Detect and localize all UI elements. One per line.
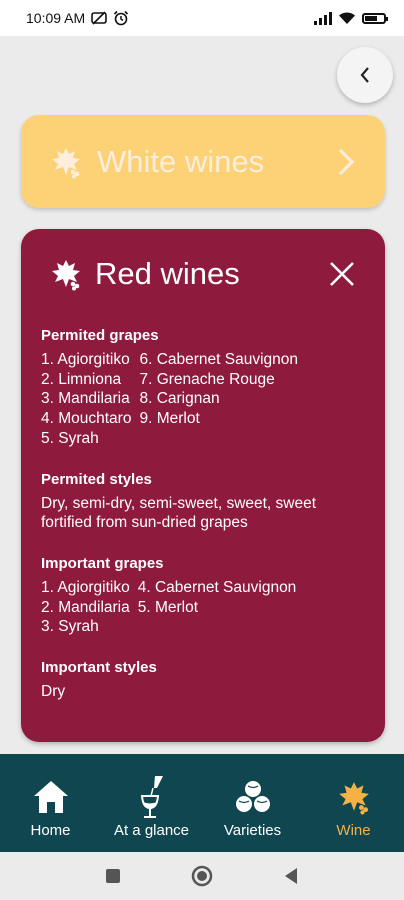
back-triangle-icon[interactable] [283, 867, 299, 885]
red-wines-header: Red wines [41, 229, 365, 319]
nav-item-varieties[interactable]: Varieties [203, 754, 303, 839]
nav-item-home[interactable]: Home [1, 754, 101, 839]
nav-item-wine[interactable]: Wine [304, 754, 404, 839]
chevron-left-icon [360, 67, 369, 83]
alarm-icon [114, 10, 129, 26]
bottom-navigation: Home At a glance Varieties Wine [0, 754, 404, 852]
close-button[interactable] [325, 257, 359, 291]
status-time: 10:09 AM [26, 10, 86, 26]
section-heading: Important grapes [41, 554, 164, 572]
wifi-icon [339, 12, 355, 24]
red-wines-title: Red wines [95, 256, 240, 291]
recents-icon[interactable] [105, 868, 121, 884]
grape-leaf-icon [52, 147, 80, 178]
signal-icon [314, 11, 332, 25]
section-heading: Permited grapes [41, 327, 159, 344]
important-grapes-section: Important grapes 1. Agiorgitiko 2. Mandi… [41, 555, 365, 637]
grapes-column-2: 6. Cabernet Sauvignon 7. Grenache Rouge … [139, 350, 298, 449]
list-item: 4. Mouchtaro [41, 410, 132, 428]
red-wines-card: Red wines Permited grapes 1. Agiorgitiko… [21, 229, 385, 742]
wine-pour-icon [140, 776, 163, 818]
list-item: 2. Mandilaria [41, 598, 130, 616]
list-item: 5. Syrah [41, 429, 99, 447]
do-not-disturb-icon [91, 11, 107, 25]
grape-leaf-icon [338, 782, 369, 815]
home-circle-icon[interactable] [191, 865, 213, 887]
nav-label: Home [30, 822, 71, 839]
list-item: 9. Merlot [139, 410, 200, 428]
close-icon [330, 262, 354, 286]
section-text: Dry [41, 683, 66, 701]
system-navigation [0, 852, 404, 900]
nav-label: Varieties [223, 822, 282, 839]
list-item: 3. Syrah [41, 618, 99, 636]
home-icon [33, 781, 68, 813]
white-wines-title: White wines [97, 143, 265, 179]
grape-leaf-icon [52, 260, 80, 291]
section-heading: Permited styles [41, 470, 152, 488]
section-heading: Important styles [41, 659, 157, 677]
grapes-column-1: 1. Agiorgitiko 2. Limniona 3. Mandilaria… [41, 350, 131, 449]
list-item: 1. Agiorgitiko [41, 578, 130, 596]
list-item: 7. Grenache Rouge [139, 370, 275, 388]
grapes-column-1: 1. Agiorgitiko 2. Mandilaria 3. Syrah [41, 578, 130, 637]
nav-label: At a glance [113, 822, 190, 839]
white-wines-card[interactable]: White wines [21, 115, 385, 208]
status-bar: 10:09 AM [0, 0, 404, 36]
back-button[interactable] [337, 47, 393, 103]
list-item: 6. Cabernet Sauvignon [139, 351, 299, 368]
list-item: 8. Carignan [139, 390, 220, 408]
nav-label: Wine [336, 822, 371, 839]
list-item: 1. Agiorgitiko [41, 351, 130, 368]
list-item: 5. Merlot [137, 598, 199, 616]
battery-icon [362, 12, 388, 24]
permitted-grapes-section: Permited grapes 1. Agiorgitiko 2. Limnio… [41, 327, 365, 449]
chevron-right-icon [338, 148, 355, 175]
section-text: Dry, semi-dry, semi-sweet, sweet, sweet … [41, 494, 317, 532]
permitted-styles-section: Permited styles Dry, semi-dry, semi-swee… [41, 471, 365, 533]
grapes-icon [235, 781, 270, 812]
list-item: 3. Mandilaria [41, 390, 130, 408]
list-item: 4. Cabernet Sauvignon [137, 578, 297, 596]
grapes-column-2: 4. Cabernet Sauvignon 5. Merlot [138, 578, 297, 637]
nav-item-at-a-glance[interactable]: At a glance [102, 754, 202, 839]
list-item: 2. Limniona [41, 370, 122, 388]
important-styles-section: Important styles Dry [41, 659, 365, 702]
